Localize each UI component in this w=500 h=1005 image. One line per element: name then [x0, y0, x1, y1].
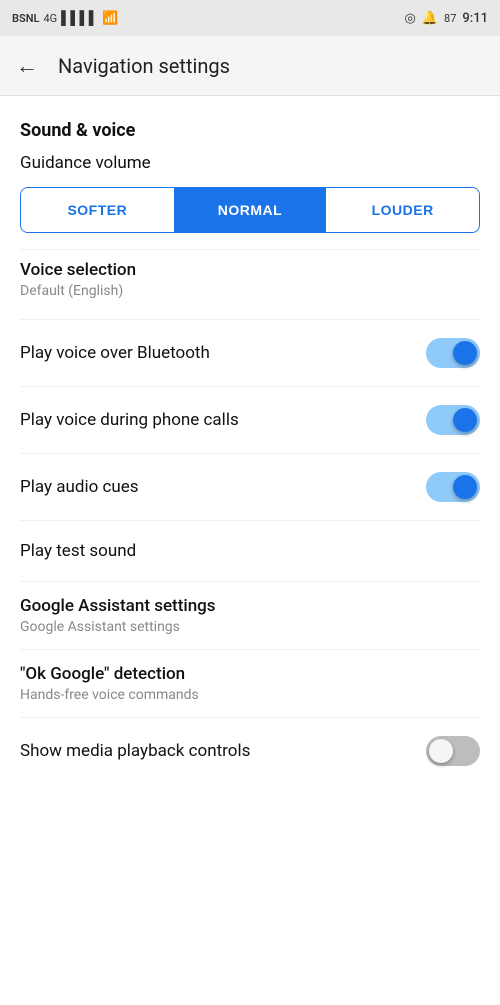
carrier-text: BSNL [12, 12, 39, 25]
media-playback-toggle-track[interactable] [426, 736, 480, 766]
wifi-icon: 📶 [102, 11, 118, 26]
volume-normal-button[interactable]: NORMAL [174, 188, 327, 232]
phone-calls-toggle[interactable] [426, 405, 480, 435]
media-playback-label: Show media playback controls [20, 741, 426, 761]
google-assistant-title: Google Assistant settings [20, 596, 480, 616]
back-button[interactable]: ← [16, 53, 38, 79]
phone-calls-label: Play voice during phone calls [20, 410, 426, 430]
location-icon: ◎ [405, 11, 416, 26]
google-assistant-subtitle: Google Assistant settings [20, 619, 480, 635]
status-left: BSNL 4G ▌▌▌▌ 📶 [12, 10, 118, 26]
bluetooth-toggle[interactable] [426, 338, 480, 368]
guidance-volume-section: Guidance volume SOFTER NORMAL LOUDER [0, 153, 500, 249]
network-type: 4G [43, 12, 57, 25]
signal-icon: ▌▌▌▌ [61, 10, 98, 26]
voice-selection-subtitle: Default (English) [20, 283, 480, 299]
volume-softer-button[interactable]: SOFTER [21, 188, 174, 232]
status-right: ◎ 🔔 87 9:11 [405, 11, 489, 26]
page-title: Navigation settings [58, 54, 230, 78]
guidance-volume-label: Guidance volume [20, 153, 480, 173]
google-assistant-row[interactable]: Google Assistant settings Google Assista… [0, 582, 500, 649]
bluetooth-toggle-track[interactable] [426, 338, 480, 368]
audio-cues-toggle-track[interactable] [426, 472, 480, 502]
media-playback-toggle[interactable] [426, 736, 480, 766]
bluetooth-toggle-knob [453, 341, 477, 365]
media-playback-toggle-knob [429, 739, 453, 763]
phone-calls-toggle-knob [453, 408, 477, 432]
audio-cues-toggle[interactable] [426, 472, 480, 502]
bluetooth-label: Play voice over Bluetooth [20, 343, 426, 363]
volume-selector: SOFTER NORMAL LOUDER [20, 187, 480, 233]
media-playback-row: Show media playback controls [0, 718, 500, 784]
audio-cues-label: Play audio cues [20, 477, 426, 497]
play-test-row[interactable]: Play test sound [0, 521, 500, 581]
time-display: 9:11 [462, 11, 488, 26]
bluetooth-row: Play voice over Bluetooth [0, 320, 500, 386]
ok-google-row[interactable]: "Ok Google" detection Hands-free voice c… [0, 650, 500, 717]
section-header-sound-voice: Sound & voice [0, 96, 500, 153]
ok-google-subtitle: Hands-free voice commands [20, 687, 480, 703]
play-test-label: Play test sound [20, 541, 480, 561]
voice-selection-row[interactable]: Voice selection Default (English) [0, 250, 500, 319]
ok-google-title: "Ok Google" detection [20, 664, 480, 684]
status-bar: BSNL 4G ▌▌▌▌ 📶 ◎ 🔔 87 9:11 [0, 0, 500, 36]
volume-louder-button[interactable]: LOUDER [326, 188, 479, 232]
audio-cues-row: Play audio cues [0, 454, 500, 520]
content: Sound & voice Guidance volume SOFTER NOR… [0, 96, 500, 784]
voice-selection-title: Voice selection [20, 260, 480, 280]
phone-calls-row: Play voice during phone calls [0, 387, 500, 453]
phone-calls-toggle-track[interactable] [426, 405, 480, 435]
toolbar: ← Navigation settings [0, 36, 500, 96]
notification-icon: 🔔 [422, 11, 438, 26]
audio-cues-toggle-knob [453, 475, 477, 499]
battery-icon: 87 [444, 12, 456, 25]
